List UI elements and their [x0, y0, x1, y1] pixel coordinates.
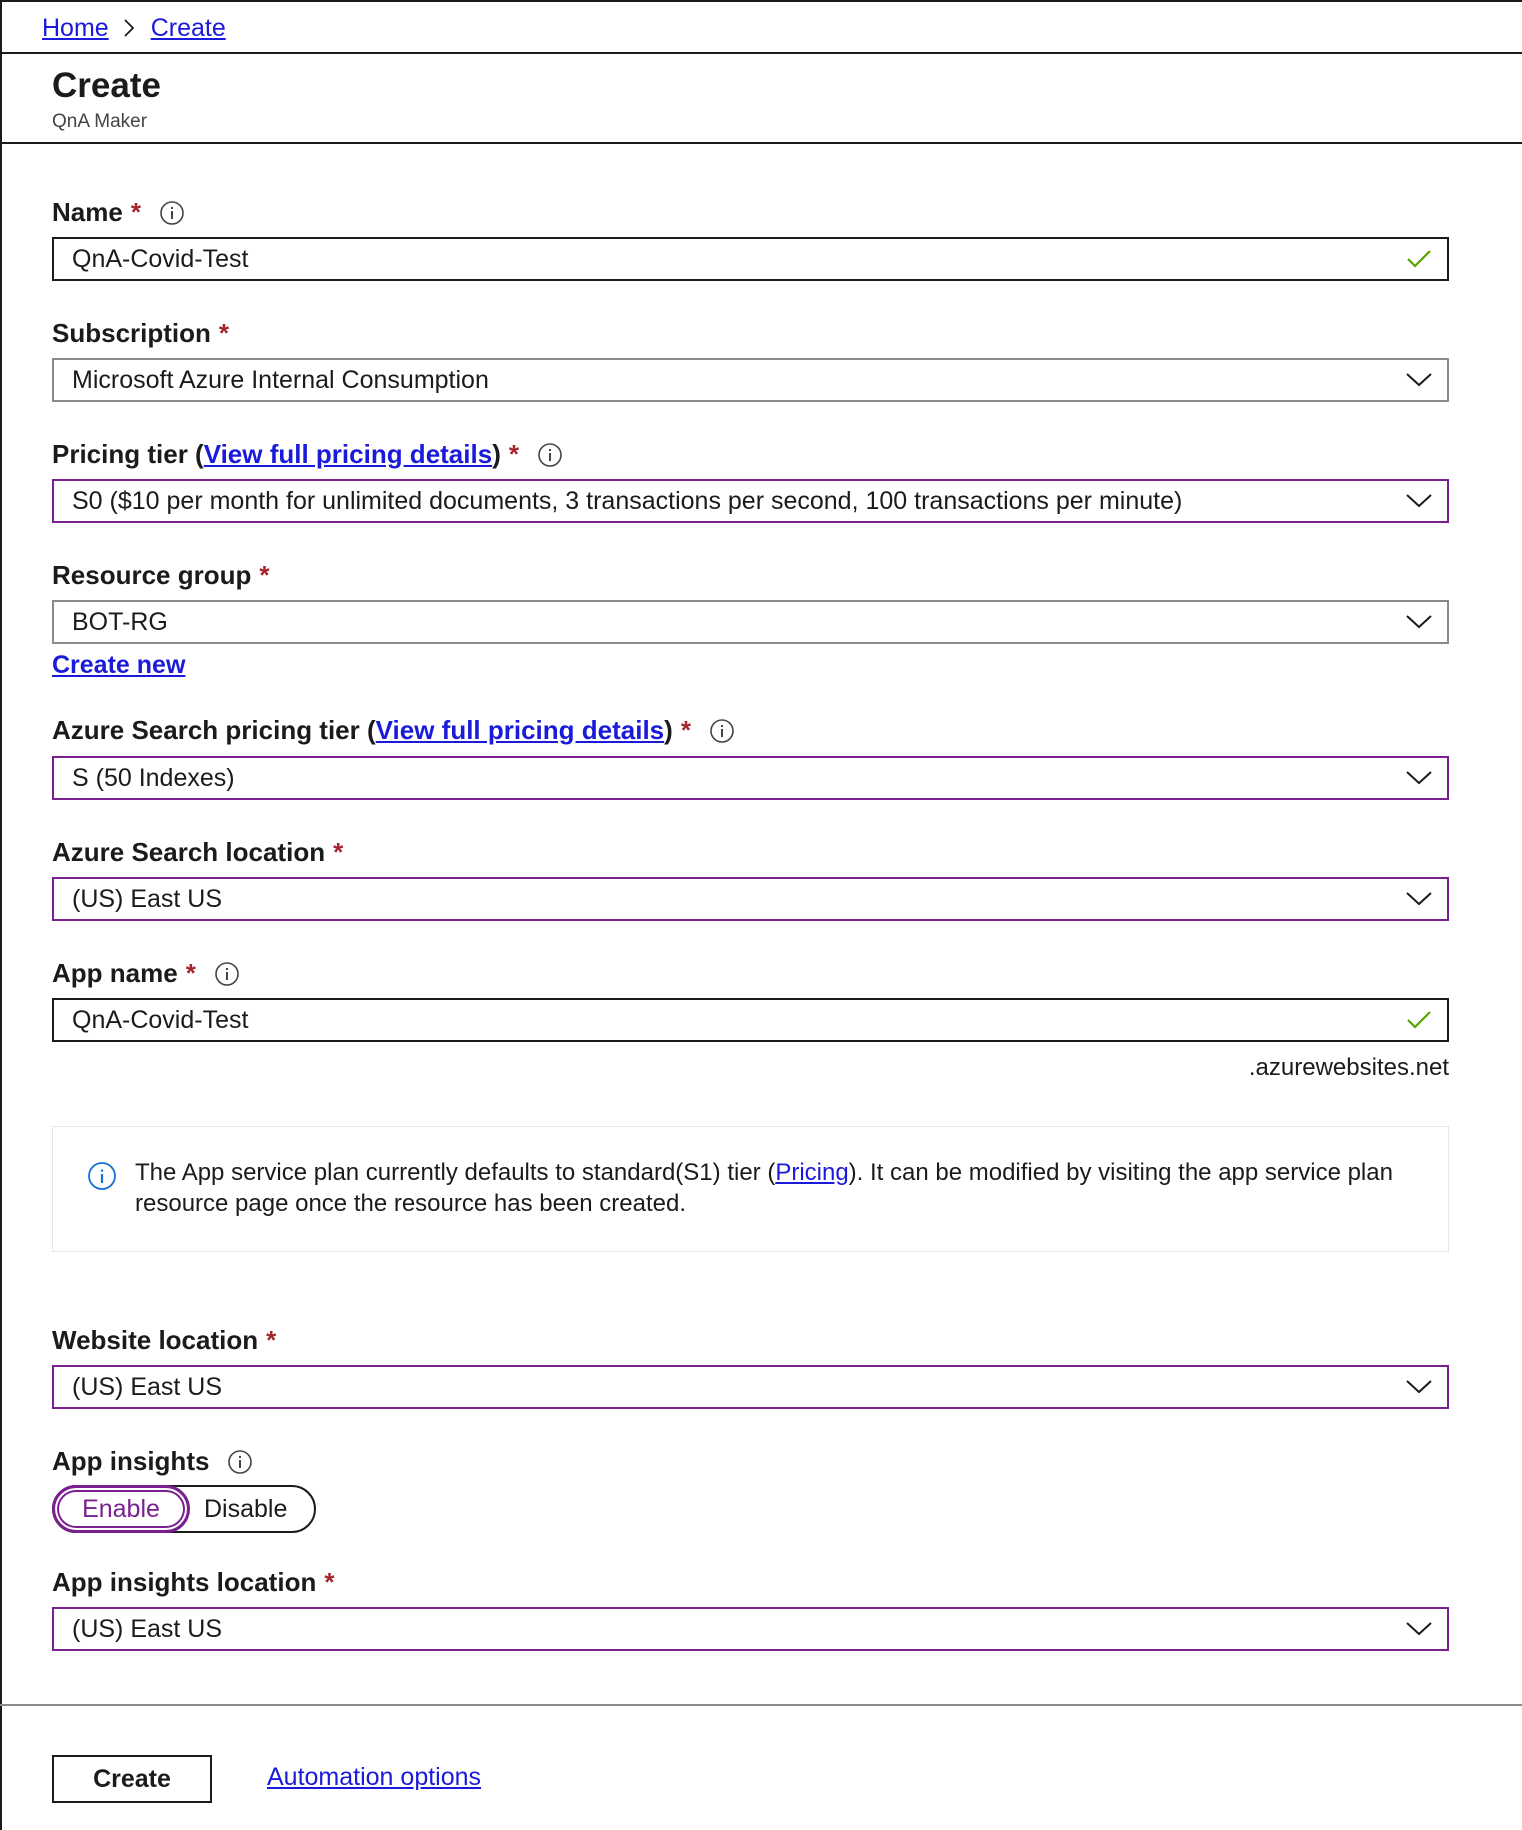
- required-asterisk: *: [130, 197, 141, 227]
- page-title: Create: [52, 66, 161, 105]
- chevron-down-icon: [1399, 614, 1439, 630]
- info-icon[interactable]: [214, 961, 240, 987]
- window-border-top: [0, 0, 1522, 2]
- pricing-tier-label: Pricing tier (View full pricing details)…: [52, 439, 563, 470]
- info-icon[interactable]: [537, 442, 563, 468]
- subscription-select-value: Microsoft Azure Internal Consumption: [72, 365, 489, 394]
- required-asterisk: *: [218, 318, 230, 348]
- app-insights-location-select[interactable]: (US) East US: [52, 1607, 1449, 1651]
- app-name-input-value: QnA-Covid-Test: [72, 1005, 249, 1034]
- required-asterisk: *: [185, 958, 196, 988]
- subscription-select[interactable]: Microsoft Azure Internal Consumption: [52, 358, 1449, 402]
- required-asterisk: *: [266, 1325, 277, 1355]
- info-icon: [87, 1161, 117, 1196]
- header-divider: [0, 52, 1522, 54]
- checkmark-icon: [1399, 1010, 1439, 1030]
- app-insights-toggle: Enable Disable: [52, 1485, 316, 1533]
- pricing-tier-label-close: ): [492, 439, 501, 469]
- pricing-details-link[interactable]: View full pricing details: [204, 439, 492, 470]
- chevron-down-icon: [1399, 372, 1439, 388]
- search-pricing-tier-label: Azure Search pricing tier (View full pri…: [52, 715, 735, 746]
- name-label: Name *: [52, 197, 185, 228]
- app-insights-label: App insights: [52, 1446, 253, 1477]
- info-message-text: The App service plan currently defaults …: [135, 1157, 1408, 1219]
- search-location-label-text: Azure Search location: [52, 837, 326, 867]
- required-asterisk: *: [508, 439, 519, 469]
- chevron-right-icon: [123, 18, 135, 38]
- chevron-down-icon: [1399, 1621, 1439, 1637]
- info-text-part-1: The App service plan currently defaults …: [135, 1159, 776, 1186]
- info-message-box: The App service plan currently defaults …: [52, 1126, 1449, 1252]
- subscription-label: Subscription *: [52, 318, 229, 349]
- pricing-tier-label-text: Pricing tier (: [52, 439, 204, 469]
- checkmark-icon: [1399, 249, 1439, 269]
- resource-group-select[interactable]: BOT-RG: [52, 600, 1449, 644]
- resource-group-label-text: Resource group: [52, 560, 252, 590]
- app-name-label: App name *: [52, 958, 240, 989]
- search-pricing-tier-select[interactable]: S (50 Indexes): [52, 756, 1449, 800]
- info-icon[interactable]: [227, 1449, 253, 1475]
- app-name-label-text: App name: [52, 958, 178, 988]
- page-subtitle: QnA Maker: [52, 111, 148, 132]
- app-insights-location-label: App insights location *: [52, 1567, 334, 1598]
- breadcrumb: Home Create: [42, 10, 226, 46]
- breadcrumb-home-link[interactable]: Home: [42, 14, 109, 43]
- pricing-tier-select[interactable]: S0 ($10 per month for unlimited document…: [52, 479, 1449, 523]
- search-location-label: Azure Search location *: [52, 837, 343, 868]
- info-icon[interactable]: [709, 718, 735, 744]
- search-pricing-tier-label-close: ): [664, 715, 673, 745]
- create-button[interactable]: Create: [52, 1755, 212, 1803]
- app-name-domain-suffix: .azurewebsites.net: [1248, 1054, 1449, 1081]
- required-asterisk: *: [259, 560, 270, 590]
- website-location-label-text: Website location: [52, 1325, 259, 1355]
- chevron-down-icon: [1399, 891, 1439, 907]
- chevron-down-icon: [1399, 770, 1439, 786]
- resource-group-select-value: BOT-RG: [72, 607, 168, 636]
- search-pricing-tier-label-text: Azure Search pricing tier (: [52, 715, 376, 745]
- app-insights-enable-option[interactable]: Enable: [52, 1485, 190, 1533]
- info-icon[interactable]: [159, 200, 185, 226]
- required-asterisk: *: [333, 837, 344, 867]
- name-input-value: QnA-Covid-Test: [72, 244, 249, 273]
- chevron-down-icon: [1399, 493, 1439, 509]
- name-input[interactable]: QnA-Covid-Test: [52, 237, 1449, 281]
- search-pricing-tier-select-value: S (50 Indexes): [72, 763, 235, 792]
- app-insights-label-text: App insights: [52, 1446, 210, 1476]
- search-location-select[interactable]: (US) East US: [52, 877, 1449, 921]
- app-insights-location-label-text: App insights location: [52, 1567, 317, 1597]
- window-border-left: [0, 0, 2, 1830]
- name-label-text: Name: [52, 197, 123, 227]
- app-name-input[interactable]: QnA-Covid-Test: [52, 998, 1449, 1042]
- pricing-tier-select-value: S0 ($10 per month for unlimited document…: [72, 486, 1183, 515]
- subscription-label-text: Subscription: [52, 318, 211, 348]
- automation-options-link[interactable]: Automation options: [267, 1763, 481, 1792]
- app-insights-location-select-value: (US) East US: [72, 1614, 223, 1643]
- search-pricing-details-link[interactable]: View full pricing details: [376, 715, 664, 746]
- breadcrumb-create-link[interactable]: Create: [151, 14, 226, 43]
- pricing-link[interactable]: Pricing: [775, 1159, 848, 1186]
- required-asterisk: *: [324, 1567, 335, 1597]
- title-divider: [0, 142, 1522, 144]
- create-new-resource-group-link[interactable]: Create new: [52, 651, 185, 680]
- app-insights-disable-option[interactable]: Disable: [204, 1487, 287, 1531]
- footer-divider: [0, 1704, 1522, 1706]
- chevron-down-icon: [1399, 1379, 1439, 1395]
- required-asterisk: *: [680, 715, 691, 745]
- search-location-select-value: (US) East US: [72, 884, 223, 913]
- website-location-select-value: (US) East US: [72, 1372, 223, 1401]
- website-location-select[interactable]: (US) East US: [52, 1365, 1449, 1409]
- resource-group-label: Resource group *: [52, 560, 270, 591]
- website-location-label: Website location *: [52, 1325, 276, 1356]
